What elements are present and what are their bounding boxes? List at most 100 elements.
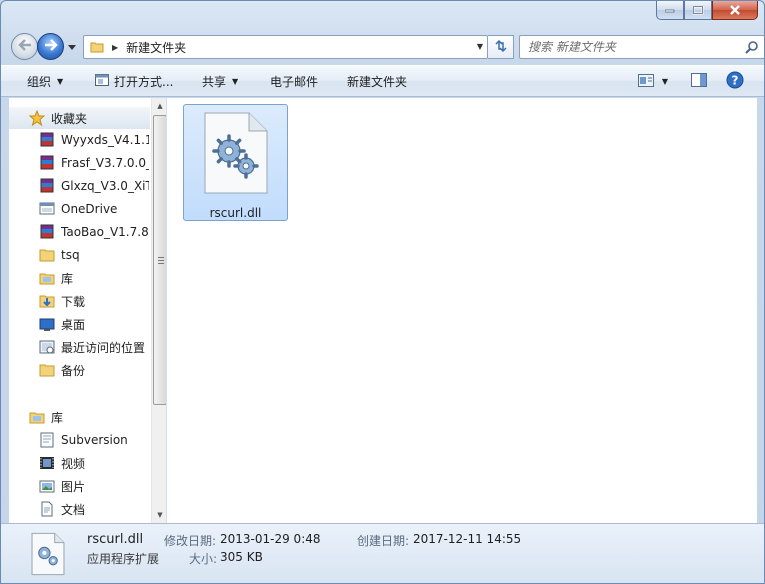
tree-item-backup[interactable]: 备份: [9, 359, 149, 381]
breadcrumb-current[interactable]: 新建文件夹: [126, 39, 186, 56]
tree-item-label: 文档: [61, 502, 86, 517]
organize-label: 组织: [27, 75, 52, 89]
close-icon: [729, 5, 741, 15]
tree-item-downloads[interactable]: 下载: [9, 290, 149, 312]
tree-item-frasf[interactable]: Frasf_V3.7.0.0_X: [9, 152, 149, 174]
tree-item-label: 最近访问的位置: [61, 340, 146, 355]
desktop-icon: [39, 316, 55, 332]
minimize-button[interactable]: [656, 1, 684, 20]
address-bar[interactable]: ▶ 新建文件夹 ▼: [83, 35, 488, 59]
library-icon: [39, 270, 55, 286]
modified-date-label: 修改日期:: [164, 534, 217, 548]
tree-item-label: 视频: [61, 456, 86, 471]
email-label: 电子邮件: [270, 75, 319, 89]
tree-item-tsq[interactable]: tsq: [9, 244, 149, 266]
open-with-button[interactable]: 打开方式...: [95, 66, 173, 97]
refresh-button[interactable]: [488, 35, 514, 59]
maximize-button[interactable]: [684, 1, 712, 20]
preview-pane-button[interactable]: [689, 66, 709, 97]
scroll-up-icon[interactable]: ▲: [152, 98, 166, 114]
open-with-label: 打开方式...: [114, 75, 174, 89]
organize-button[interactable]: 组织 ▼: [27, 66, 63, 97]
file-list: rscurl.dll: [167, 98, 757, 523]
help-icon: ?: [726, 71, 744, 92]
subversion-icon: [39, 432, 55, 448]
size-value: 305 KB: [220, 550, 263, 564]
created-date-label: 创建日期:: [357, 534, 410, 548]
tree-item-label: 图片: [61, 479, 86, 494]
onedrive-icon: [39, 201, 55, 217]
view-options-dropdown[interactable]: ▼: [659, 66, 671, 97]
tree-item-label: Wyyxds_V4.1.1.1: [61, 133, 149, 147]
change-view-button[interactable]: [635, 66, 657, 97]
tree-item-label: OneDrive: [61, 202, 118, 216]
command-bar: 组织 ▼ 打开方式... 共享 ▼ 电子邮件 新建文件夹 ▼ ?: [1, 65, 764, 97]
tree-item-label: Subversion: [61, 433, 128, 447]
pictures-icon: [39, 478, 55, 494]
details-pane: rscurl.dll 应用程序扩展 修改日期: 2013-01-29 0:48 …: [1, 523, 764, 583]
chevron-down-icon: ▼: [232, 77, 239, 86]
forward-button[interactable]: [37, 33, 64, 60]
winrar-icon: [39, 132, 55, 148]
share-label: 共享: [202, 75, 227, 89]
tree-item-label: 桌面: [61, 317, 86, 332]
recent-pages-dropdown[interactable]: [67, 41, 77, 51]
search-input[interactable]: [528, 36, 738, 58]
back-button[interactable]: [11, 33, 38, 60]
tree-item-onedrive[interactable]: OneDrive: [9, 198, 149, 220]
tree-item-desktop[interactable]: 桌面: [9, 313, 149, 335]
tree-item-label: Glxzq_V3.0_XiTo: [61, 179, 149, 193]
caption-buttons: [656, 1, 758, 21]
details-file-type: 应用程序扩展: [87, 552, 160, 566]
tree-item-pictures[interactable]: 图片: [9, 475, 149, 497]
tree-item-taobao[interactable]: TaoBao_V1.7.8.: [9, 221, 149, 243]
tree-libraries[interactable]: 库: [9, 406, 149, 428]
address-history-dropdown-icon[interactable]: ▼: [477, 42, 483, 51]
videos-icon: [39, 455, 55, 471]
new-folder-label: 新建文件夹: [347, 75, 408, 89]
winrar-icon: [39, 178, 55, 194]
tree-item-label: 备份: [61, 363, 86, 378]
winrar-icon: [39, 224, 55, 240]
svg-text:?: ?: [732, 74, 739, 88]
tree-item-library[interactable]: 库: [9, 267, 149, 289]
tree-item-label: tsq: [61, 248, 80, 262]
chevron-down-icon: ▼: [57, 77, 64, 86]
search-box[interactable]: [519, 35, 764, 59]
modified-date-value: 2013-01-29 0:48: [220, 532, 321, 546]
tree-item-glxzq[interactable]: Glxzq_V3.0_XiTo: [9, 175, 149, 197]
breadcrumb-separator-icon[interactable]: ▶: [112, 43, 118, 52]
maximize-icon: [692, 5, 704, 15]
email-button[interactable]: 电子邮件: [270, 66, 318, 97]
new-folder-button[interactable]: 新建文件夹: [347, 66, 407, 97]
tree-item-videos[interactable]: 视频: [9, 452, 149, 474]
chevron-down-icon: ▼: [661, 77, 669, 86]
documents-icon: [39, 501, 55, 517]
minimize-icon: [665, 7, 675, 13]
file-item-selected[interactable]: rscurl.dll: [183, 104, 288, 221]
forward-arrow-icon: [44, 39, 58, 54]
downloads-icon: [39, 293, 55, 309]
scrollbar-thumb[interactable]: [153, 115, 166, 405]
libraries-label: 库: [51, 410, 64, 425]
file-name: rscurl.dll: [209, 206, 262, 220]
help-button[interactable]: ?: [724, 66, 746, 97]
tree-item-recent-places[interactable]: 最近访问的位置: [9, 336, 149, 358]
scroll-down-icon[interactable]: ▼: [152, 507, 166, 523]
back-arrow-icon: [17, 39, 32, 54]
nav-pane-scrollbar[interactable]: ▲ ▼: [151, 98, 166, 523]
search-icon[interactable]: [745, 41, 758, 57]
winrar-icon: [39, 155, 55, 171]
favorites-label: 收藏夹: [51, 111, 88, 126]
tree-item-subversion[interactable]: Subversion: [9, 429, 149, 451]
tree-item-documents[interactable]: 文档: [9, 498, 149, 520]
share-button[interactable]: 共享 ▼: [202, 66, 238, 97]
tree-item-label: Frasf_V3.7.0.0_X: [61, 156, 149, 170]
explorer-window: ▶ 新建文件夹 ▼ 组织 ▼ 打开方式... 共享: [0, 0, 765, 584]
close-button[interactable]: [712, 1, 758, 20]
tree-item-wyyxds[interactable]: Wyyxds_V4.1.1.1: [9, 129, 149, 151]
star-icon: [28, 109, 46, 127]
size-label: 大小:: [189, 552, 218, 566]
tree-favorites[interactable]: 收藏夹: [9, 107, 150, 129]
tree-item-label: TaoBao_V1.7.8.: [61, 225, 149, 239]
